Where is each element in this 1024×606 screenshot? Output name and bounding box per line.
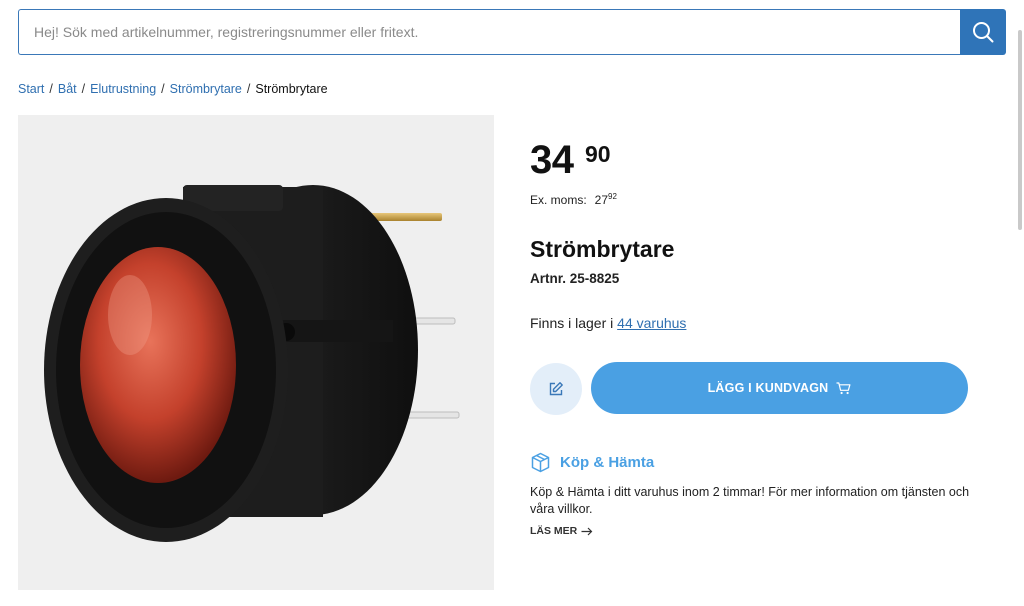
cart-icon (836, 381, 851, 394)
add-to-cart-label: LÄGG I KUNDVAGN (707, 381, 829, 395)
ex-vat-value: 27 (594, 193, 609, 207)
search-icon (973, 22, 994, 43)
breadcrumb-link-strombrytare[interactable]: Strömbrytare (170, 82, 242, 96)
breadcrumb: Start / Båt / Elutrustning / Strömbrytar… (18, 82, 328, 96)
product-image[interactable] (18, 115, 494, 590)
breadcrumb-link-bat[interactable]: Båt (58, 82, 77, 96)
rocker-switch-image (44, 185, 460, 542)
breadcrumb-link-elutrustning[interactable]: Elutrustning (90, 82, 156, 96)
edit-button[interactable] (530, 363, 582, 415)
breadcrumb-separator: / (49, 82, 53, 96)
kop-hamta-description: Köp & Hämta i ditt varuhus inom 2 timmar… (530, 485, 970, 516)
search-button[interactable] (960, 9, 1006, 55)
read-more-label: LÄS MER (530, 525, 578, 537)
add-to-cart-button[interactable]: LÄGG I KUNDVAGN (591, 362, 968, 414)
price-main: 34 (530, 138, 574, 182)
breadcrumb-current: Strömbrytare (255, 82, 328, 96)
price-ex-vat: Ex. moms: 2792 (530, 192, 617, 207)
stock-stores-link[interactable]: 44 varuhus (617, 315, 686, 331)
search-bar (18, 9, 1006, 55)
ex-vat-decimals: 92 (608, 192, 617, 201)
breadcrumb-separator: / (161, 82, 165, 96)
price-decimals: 90 (585, 141, 611, 167)
breadcrumb-separator: / (246, 82, 251, 96)
stock-prefix: Finns i lager i (530, 315, 614, 331)
ex-vat-label: Ex. moms: (530, 193, 587, 207)
breadcrumb-link-start[interactable]: Start (18, 82, 44, 96)
kop-hamta-title: Köp & Hämta (560, 454, 655, 471)
kop-hamta-header: Köp & Hämta (530, 452, 654, 473)
search-input[interactable] (18, 9, 960, 55)
stock-status: Finns i lager i 44 varuhus (530, 315, 686, 331)
arrow-right-icon (581, 527, 593, 535)
edit-icon (549, 382, 563, 396)
read-more-link[interactable]: LÄS MER (530, 525, 593, 537)
product-title: Strömbrytare (530, 236, 675, 262)
article-number: Artnr. 25-8825 (530, 271, 620, 286)
package-icon (531, 452, 550, 473)
scrollbar-thumb[interactable] (1018, 30, 1022, 230)
breadcrumb-separator: / (81, 82, 86, 96)
